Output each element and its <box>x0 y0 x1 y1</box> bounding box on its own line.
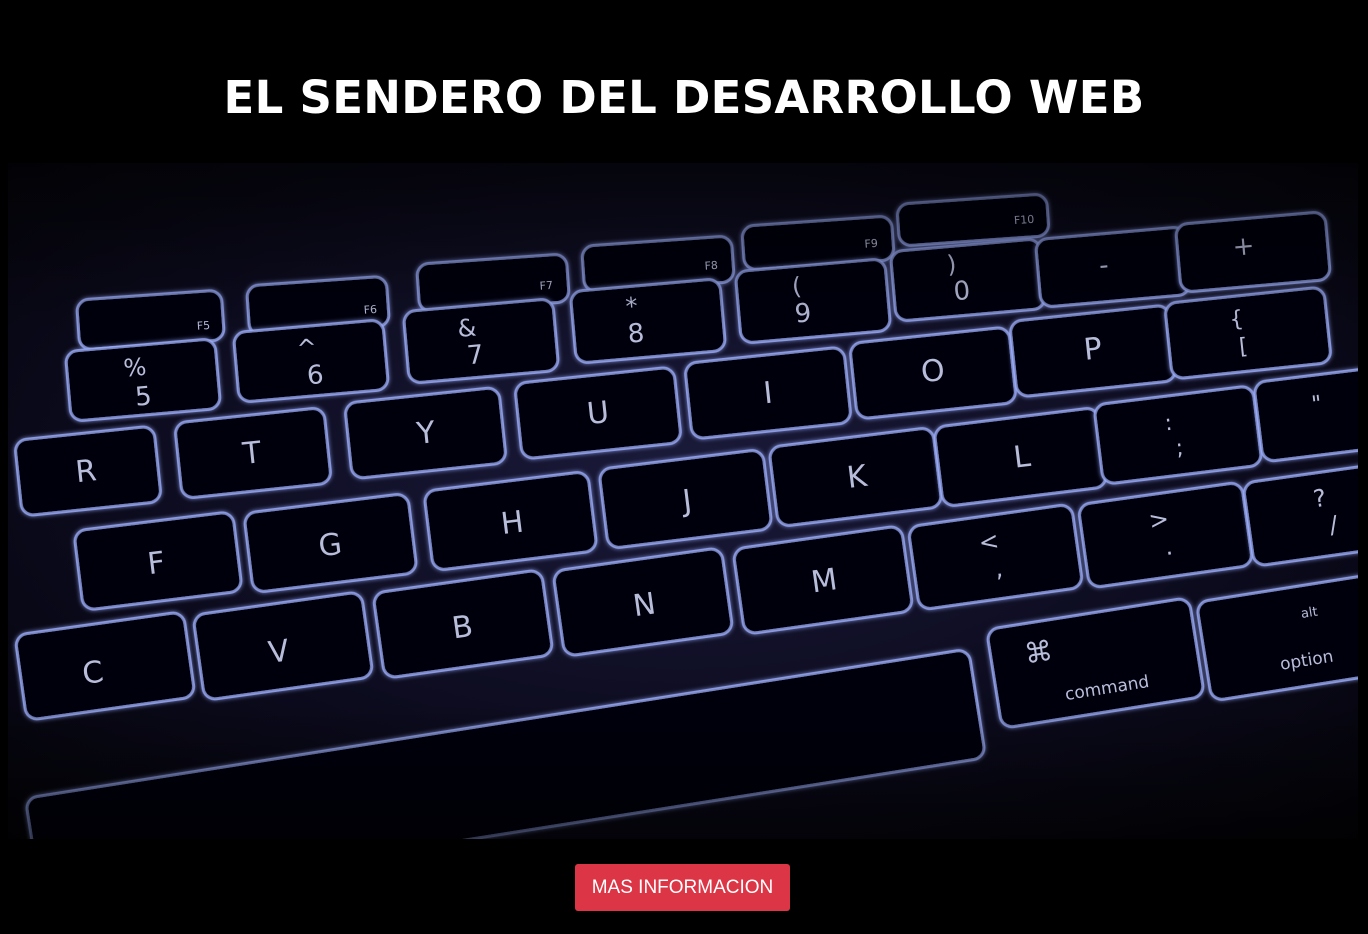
page: EL SENDERO DEL DESARROLLO WEB MAS INFORM… <box>0 0 1368 934</box>
keyboard-photo: F5F6F7F8F9F10%5^6&7*8(9)0-+RTYUIOP{[FGHJ… <box>8 163 1358 839</box>
page-title: EL SENDERO DEL DESARROLLO WEB <box>223 71 1145 124</box>
hero-keyboard-image: F5F6F7F8F9F10%5^6&7*8(9)0-+RTYUIOP{[FGHJ… <box>8 163 1358 839</box>
more-info-button[interactable]: MAS INFORMACION <box>575 864 790 911</box>
